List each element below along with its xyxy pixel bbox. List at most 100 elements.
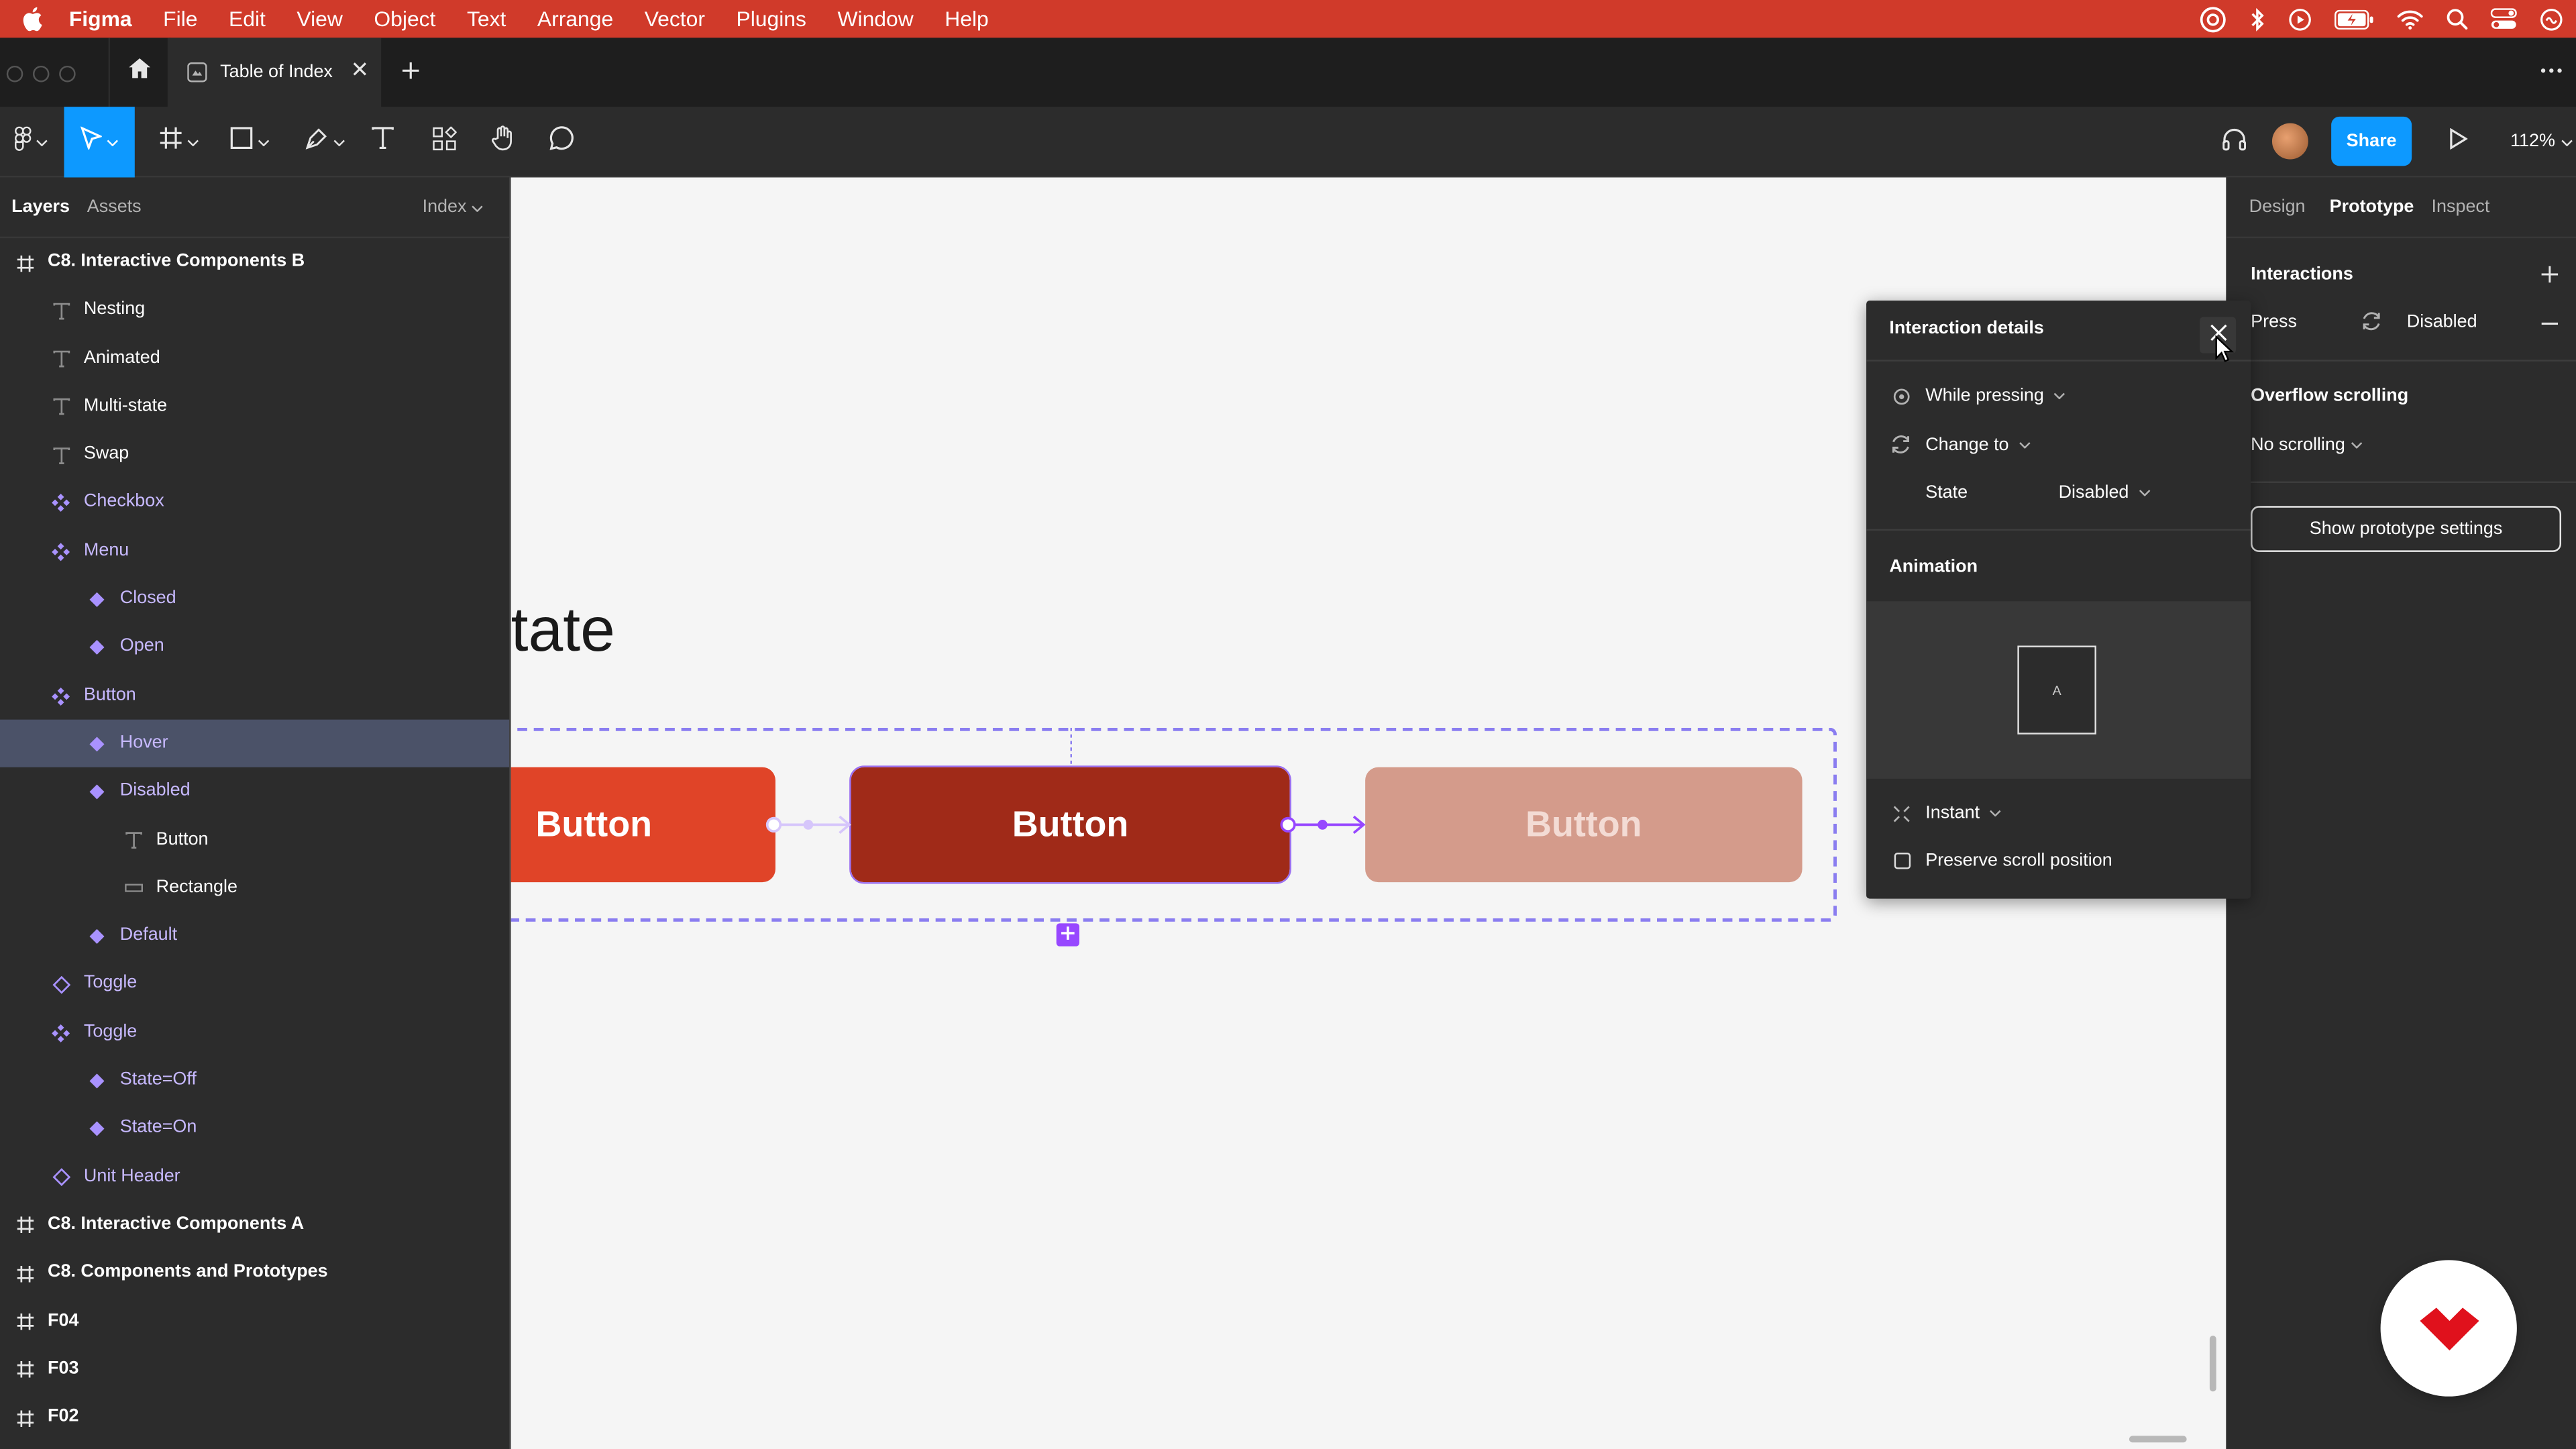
- bluetooth-icon[interactable]: [2249, 7, 2265, 31]
- audio-button[interactable]: [2216, 107, 2253, 177]
- preserve-scroll-checkbox[interactable]: [1894, 853, 1911, 869]
- add-interaction-icon[interactable]: [2540, 264, 2559, 284]
- layer-row[interactable]: C8. Interactive Components B: [0, 238, 509, 286]
- horizontal-scrollbar[interactable]: [2129, 1436, 2187, 1443]
- close-tab-icon[interactable]: [352, 61, 368, 77]
- comment-tool-button[interactable]: [544, 107, 580, 177]
- more-options-icon[interactable]: [2540, 67, 2563, 74]
- present-button[interactable]: [2440, 107, 2476, 177]
- apple-icon[interactable]: [16, 4, 46, 34]
- button-hover-variant[interactable]: Button: [849, 765, 1291, 884]
- layer-row[interactable]: F03: [0, 1345, 509, 1393]
- layer-row[interactable]: Rectangle: [0, 864, 509, 912]
- tab-prototype[interactable]: Prototype: [2330, 197, 2414, 217]
- state-dropdown[interactable]: Disabled: [2059, 483, 2151, 502]
- search-icon[interactable]: [2447, 8, 2468, 30]
- menu-help[interactable]: Help: [945, 7, 989, 32]
- menu-file[interactable]: File: [163, 7, 197, 32]
- interaction-target[interactable]: Disabled: [2407, 312, 2477, 331]
- text-tool-button[interactable]: [365, 107, 401, 177]
- remove-interaction-icon[interactable]: [2541, 322, 2559, 325]
- close-window-button[interactable]: [6, 65, 23, 83]
- tab-inspect[interactable]: Inspect: [2432, 197, 2490, 217]
- add-variant-button[interactable]: [1056, 923, 1079, 947]
- prototype-connection-active[interactable]: [1278, 812, 1370, 838]
- overflow-section-title: Overflow scrolling: [2251, 386, 2409, 406]
- shape-tool-button[interactable]: [222, 107, 278, 177]
- layer-name: State=Off: [119, 1069, 197, 1089]
- layer-row[interactable]: Toggle: [0, 1008, 509, 1057]
- layer-row[interactable]: F02: [0, 1393, 509, 1442]
- layer-row[interactable]: State=Off: [0, 1057, 509, 1105]
- zoom-dropdown[interactable]: 112%: [2510, 131, 2573, 151]
- layer-row[interactable]: Animated: [0, 335, 509, 383]
- tab-assets[interactable]: Assets: [87, 197, 142, 217]
- layer-name: Menu: [83, 540, 129, 560]
- layer-row[interactable]: Toggle: [0, 960, 509, 1008]
- trigger-dropdown[interactable]: While pressing: [1892, 386, 2065, 406]
- layer-row[interactable]: Default: [0, 912, 509, 961]
- menu-vector[interactable]: Vector: [645, 7, 705, 32]
- preserve-scroll-option[interactable]: Preserve scroll position: [1894, 851, 2112, 871]
- overflow-dropdown[interactable]: No scrolling: [2251, 435, 2363, 455]
- tab-design[interactable]: Design: [2249, 197, 2306, 217]
- layer-row[interactable]: F04: [0, 1297, 509, 1346]
- avatar[interactable]: [2271, 123, 2308, 160]
- show-prototype-settings-button[interactable]: Show prototype settings: [2251, 506, 2561, 552]
- layer-row[interactable]: Menu: [0, 527, 509, 576]
- hand-tool-button[interactable]: [484, 107, 521, 177]
- button-default-variant[interactable]: Button: [511, 767, 775, 883]
- menu-app-name[interactable]: Figma: [69, 7, 132, 32]
- canvas-heading-text[interactable]: tate: [511, 596, 615, 667]
- layer-row[interactable]: Open: [0, 623, 509, 672]
- control-center-icon[interactable]: [2490, 8, 2517, 30]
- main-menu-button[interactable]: [0, 107, 62, 177]
- animation-type-dropdown[interactable]: Instant: [1892, 804, 2001, 823]
- layer-row[interactable]: Button: [0, 816, 509, 864]
- maximize-window-button[interactable]: [59, 65, 76, 83]
- wifi-icon[interactable]: [2397, 9, 2423, 29]
- layer-row[interactable]: State=On: [0, 1105, 509, 1153]
- menu-text[interactable]: Text: [467, 7, 506, 32]
- menu-view[interactable]: View: [297, 7, 342, 32]
- siri-icon[interactable]: [2540, 7, 2563, 30]
- layer-row[interactable]: Nesting: [0, 286, 509, 335]
- layer-row[interactable]: Closed: [0, 575, 509, 623]
- layer-row[interactable]: C8. Interactive Components A: [0, 1201, 509, 1249]
- move-tool-button[interactable]: [64, 107, 135, 178]
- vertical-scrollbar[interactable]: [2209, 1336, 2216, 1392]
- creative-cloud-icon[interactable]: [2200, 6, 2226, 32]
- menu-object[interactable]: Object: [374, 7, 435, 32]
- menu-window[interactable]: Window: [837, 7, 913, 32]
- minimize-window-button[interactable]: [32, 65, 50, 83]
- pen-tool-button[interactable]: [296, 107, 352, 177]
- menu-arrange[interactable]: Arrange: [537, 7, 613, 32]
- interaction-trigger[interactable]: Press: [2251, 312, 2297, 331]
- new-tab-icon[interactable]: [401, 61, 421, 80]
- prototype-connection-faded[interactable]: [764, 812, 856, 838]
- action-dropdown[interactable]: Change to: [1889, 434, 2031, 455]
- button-disabled-variant[interactable]: Button: [1365, 767, 1803, 883]
- layer-row[interactable]: Button: [0, 672, 509, 720]
- frame-hash-icon: [13, 252, 36, 274]
- frame-tool-button[interactable]: [151, 107, 207, 177]
- layer-row[interactable]: Swap: [0, 431, 509, 479]
- menu-plugins[interactable]: Plugins: [736, 7, 806, 32]
- animation-preview: A: [2017, 645, 2096, 735]
- home-tab[interactable]: [108, 38, 171, 107]
- floating-logo-button[interactable]: [2380, 1260, 2517, 1397]
- layer-row[interactable]: Multi-state: [0, 382, 509, 431]
- page-selector[interactable]: Index: [423, 197, 483, 217]
- menu-edit[interactable]: Edit: [229, 7, 266, 32]
- layer-row[interactable]: Unit Header: [0, 1152, 509, 1201]
- tab-layers[interactable]: Layers: [11, 197, 70, 217]
- play-circle-icon[interactable]: [2288, 7, 2311, 30]
- layer-row[interactable]: C8. Components and Prototypes: [0, 1249, 509, 1297]
- layer-row[interactable]: Checkbox: [0, 479, 509, 527]
- layer-row[interactable]: Hover: [0, 719, 510, 768]
- document-tab[interactable]: Table of Index: [167, 38, 382, 107]
- layer-row[interactable]: Disabled: [0, 767, 509, 816]
- battery-icon[interactable]: [2334, 9, 2374, 29]
- share-button[interactable]: Share: [2331, 116, 2412, 166]
- resources-tool-button[interactable]: [425, 107, 462, 177]
